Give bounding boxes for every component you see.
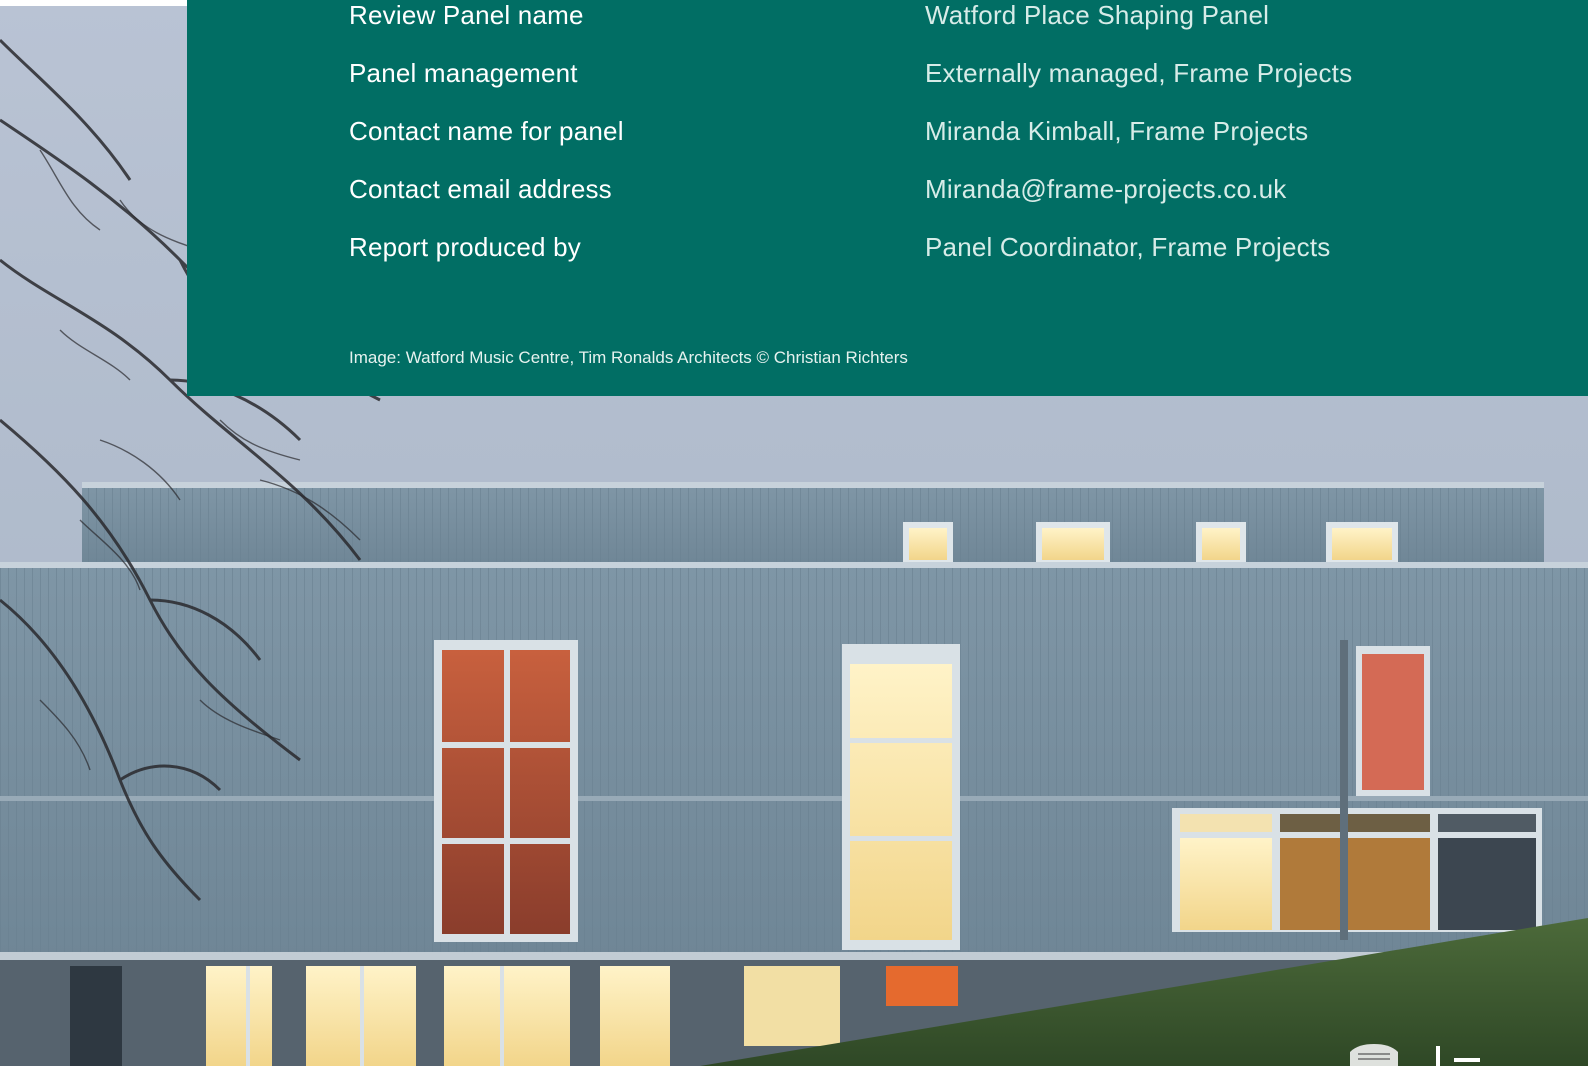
image-caption: Image: Watford Music Centre, Tim Ronalds… bbox=[349, 348, 908, 367]
top-left-strip bbox=[0, 0, 187, 6]
row-value: Miranda Kimball, Frame Projects bbox=[925, 116, 1309, 146]
panel-details: Review Panel name Watford Place Shaping … bbox=[187, 0, 1588, 396]
row-label: Panel management bbox=[349, 58, 578, 88]
row-panel-management: Panel management Externally managed, Fra… bbox=[349, 58, 1549, 98]
row-label: Report produced by bbox=[349, 232, 581, 262]
row-value: Externally managed, Frame Projects bbox=[925, 58, 1353, 88]
row-review-panel-name: Review Panel name Watford Place Shaping … bbox=[349, 0, 1549, 40]
row-contact-email: Contact email address Miranda@frame-proj… bbox=[349, 174, 1549, 214]
row-label: Contact name for panel bbox=[349, 116, 624, 146]
row-contact-name: Contact name for panel Miranda Kimball, … bbox=[349, 116, 1549, 156]
row-value: Watford Place Shaping Panel bbox=[925, 0, 1270, 30]
row-label: Contact email address bbox=[349, 174, 612, 204]
row-value: Panel Coordinator, Frame Projects bbox=[925, 232, 1331, 262]
row-report-produced-by: Report produced by Panel Coordinator, Fr… bbox=[349, 232, 1549, 272]
row-label: Review Panel name bbox=[349, 0, 584, 30]
row-value: Miranda@frame-projects.co.uk bbox=[925, 174, 1287, 204]
council-crest-icon bbox=[1350, 1044, 1480, 1066]
